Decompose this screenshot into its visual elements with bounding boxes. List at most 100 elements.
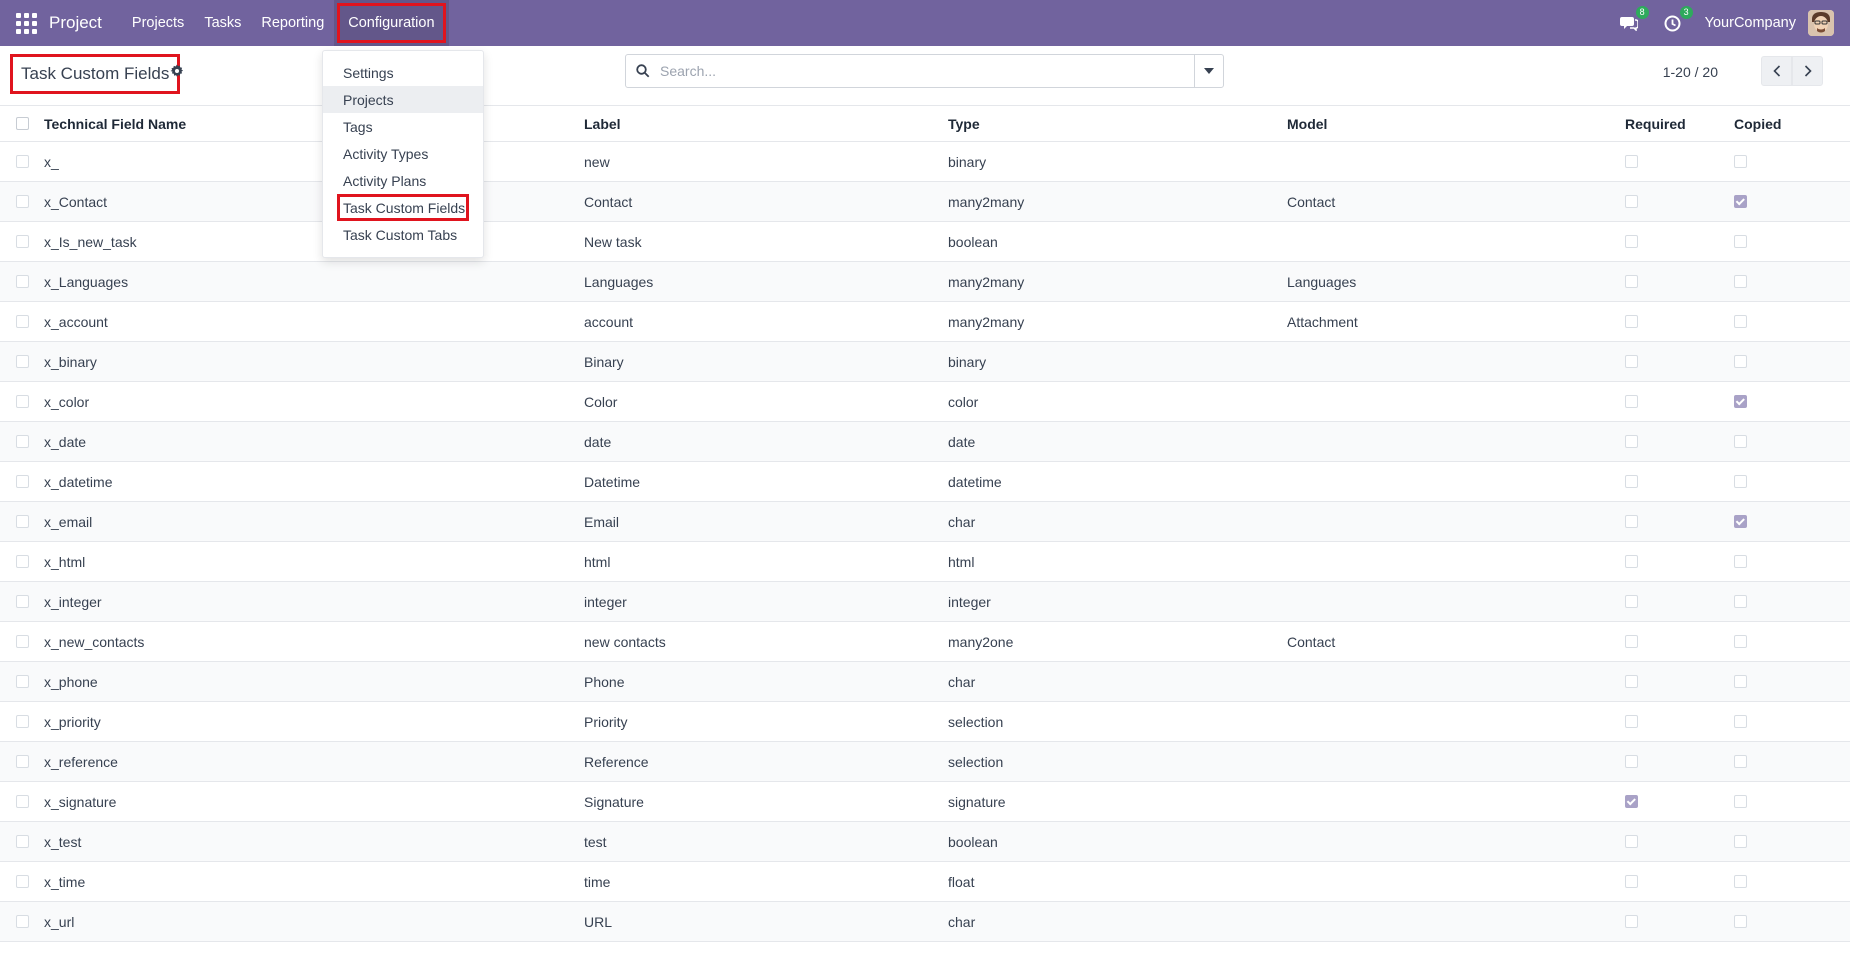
user-avatar[interactable] (1808, 10, 1834, 36)
cell-label: Email (584, 513, 620, 530)
cell-label: Color (584, 393, 618, 410)
select-all-checkbox[interactable] (16, 106, 29, 141)
dropdown-item-tags[interactable]: Tags (323, 113, 483, 140)
row-select-checkbox[interactable] (16, 662, 29, 701)
table-row[interactable]: x_new_contacts new contacts many2one Contac… (0, 622, 1850, 662)
copied-checkbox (1734, 862, 1747, 901)
gear-icon[interactable] (170, 64, 186, 80)
row-select-checkbox[interactable] (16, 142, 29, 181)
table-row[interactable]: x_signature Signature signature (0, 782, 1850, 822)
row-select-checkbox[interactable] (16, 542, 29, 581)
search-input[interactable] (660, 56, 1194, 86)
navbar-systray: 8 3 YourCompany (1607, 0, 1850, 46)
cell-technical-field-name: x_priority (44, 713, 101, 730)
dropdown-item-task-custom-fields[interactable]: Task Custom Fields (337, 194, 469, 221)
cell-label: new contacts (584, 633, 666, 650)
pager-value[interactable]: 1-20 / 20 (1663, 64, 1718, 80)
menu-reporting[interactable]: Reporting (251, 0, 334, 46)
table-row[interactable]: x_binary Binary binary (0, 342, 1850, 382)
cell-technical-field-name: x_color (44, 393, 90, 410)
table-row[interactable]: x_color Color color (0, 382, 1850, 422)
header-technical-field-name[interactable]: Technical Field Name (44, 106, 186, 141)
search-options-toggle[interactable] (1194, 55, 1223, 87)
pager-previous-button[interactable] (1761, 56, 1792, 86)
row-select-checkbox[interactable] (16, 262, 29, 301)
cell-type: boolean (948, 233, 998, 250)
cell-technical-field-name: x_account (44, 313, 108, 330)
header-type[interactable]: Type (948, 106, 980, 141)
cell-type: binary (948, 353, 987, 370)
row-select-checkbox[interactable] (16, 702, 29, 741)
required-checkbox (1625, 622, 1638, 661)
table-row[interactable]: x_html html html (0, 542, 1850, 582)
row-select-checkbox[interactable] (16, 782, 29, 821)
cell-technical-field-name: x_ (44, 153, 59, 170)
row-select-checkbox[interactable] (16, 222, 29, 261)
header-copied[interactable]: Copied (1734, 106, 1781, 141)
table-row[interactable]: x_email Email char (0, 502, 1850, 542)
table-row[interactable]: x_ new binary (0, 142, 1850, 182)
cell-type: signature (948, 793, 1006, 810)
cell-type: many2many (948, 273, 1025, 290)
table-row[interactable]: x_test test boolean (0, 822, 1850, 862)
header-model[interactable]: Model (1287, 106, 1327, 141)
row-select-checkbox[interactable] (16, 302, 29, 341)
cell-technical-field-name: x_url (44, 913, 75, 930)
table-row[interactable]: x_datetime Datetime datetime (0, 462, 1850, 502)
menu-projects[interactable]: Projects (122, 0, 194, 46)
row-select-checkbox[interactable] (16, 742, 29, 781)
menu-configuration[interactable]: Configuration (334, 0, 449, 46)
cell-type: char (948, 513, 976, 530)
dropdown-item-settings[interactable]: Settings (323, 59, 483, 86)
table-row[interactable]: x_integer integer integer (0, 582, 1850, 622)
activity-badge: 3 (1679, 6, 1693, 19)
dropdown-item-activity-plans[interactable]: Activity Plans (323, 167, 483, 194)
cell-label: time (584, 873, 611, 890)
cell-label: Signature (584, 793, 644, 810)
messages-icon[interactable]: 8 (1617, 6, 1649, 35)
cell-technical-field-name: x_date (44, 433, 87, 450)
table-row[interactable]: x_Contact Contact many2many Contact (0, 182, 1850, 222)
cell-label: html (584, 553, 611, 570)
header-label[interactable]: Label (584, 106, 621, 141)
app-grid-icon[interactable] (15, 12, 37, 34)
required-checkbox (1625, 702, 1638, 741)
copied-checkbox (1734, 542, 1747, 581)
row-select-checkbox[interactable] (16, 902, 29, 941)
cell-technical-field-name: x_email (44, 513, 93, 530)
activity-clock-icon[interactable]: 3 (1661, 6, 1693, 35)
table-row[interactable]: x_priority Priority selection (0, 702, 1850, 742)
row-select-checkbox[interactable] (16, 502, 29, 541)
table-row[interactable]: x_reference Reference selection (0, 742, 1850, 782)
copied-checkbox (1734, 582, 1747, 621)
cell-technical-field-name: x_signature (44, 793, 117, 810)
company-switcher[interactable]: YourCompany (1705, 15, 1796, 31)
table-row[interactable]: x_date date date (0, 422, 1850, 462)
control-panel: Task Custom Fields 1-20 / 20 (0, 46, 1850, 106)
menu-tasks[interactable]: Tasks (194, 0, 251, 46)
row-select-checkbox[interactable] (16, 462, 29, 501)
row-select-checkbox[interactable] (16, 822, 29, 861)
row-select-checkbox[interactable] (16, 342, 29, 381)
header-required[interactable]: Required (1625, 106, 1686, 141)
required-checkbox (1625, 342, 1638, 381)
table-row[interactable]: x_url URL char (0, 902, 1850, 942)
table-row[interactable]: x_phone Phone char (0, 662, 1850, 702)
required-checkbox (1625, 742, 1638, 781)
row-select-checkbox[interactable] (16, 182, 29, 221)
pager-next-button[interactable] (1792, 56, 1823, 86)
row-select-checkbox[interactable] (16, 622, 29, 661)
table-row[interactable]: x_Is_new_task New task boolean (0, 222, 1850, 262)
row-select-checkbox[interactable] (16, 382, 29, 421)
dropdown-item-task-custom-tabs[interactable]: Task Custom Tabs (323, 221, 483, 248)
row-select-checkbox[interactable] (16, 582, 29, 621)
row-select-checkbox[interactable] (16, 862, 29, 901)
table-row[interactable]: x_Languages Languages many2many Languages (0, 262, 1850, 302)
dropdown-item-projects[interactable]: Projects (323, 86, 483, 113)
row-select-checkbox[interactable] (16, 422, 29, 461)
required-checkbox (1625, 822, 1638, 861)
table-row[interactable]: x_time time float (0, 862, 1850, 902)
dropdown-item-activity-types[interactable]: Activity Types (323, 140, 483, 167)
table-row[interactable]: x_account account many2many Attachment (0, 302, 1850, 342)
app-brand[interactable]: Project (49, 13, 102, 33)
